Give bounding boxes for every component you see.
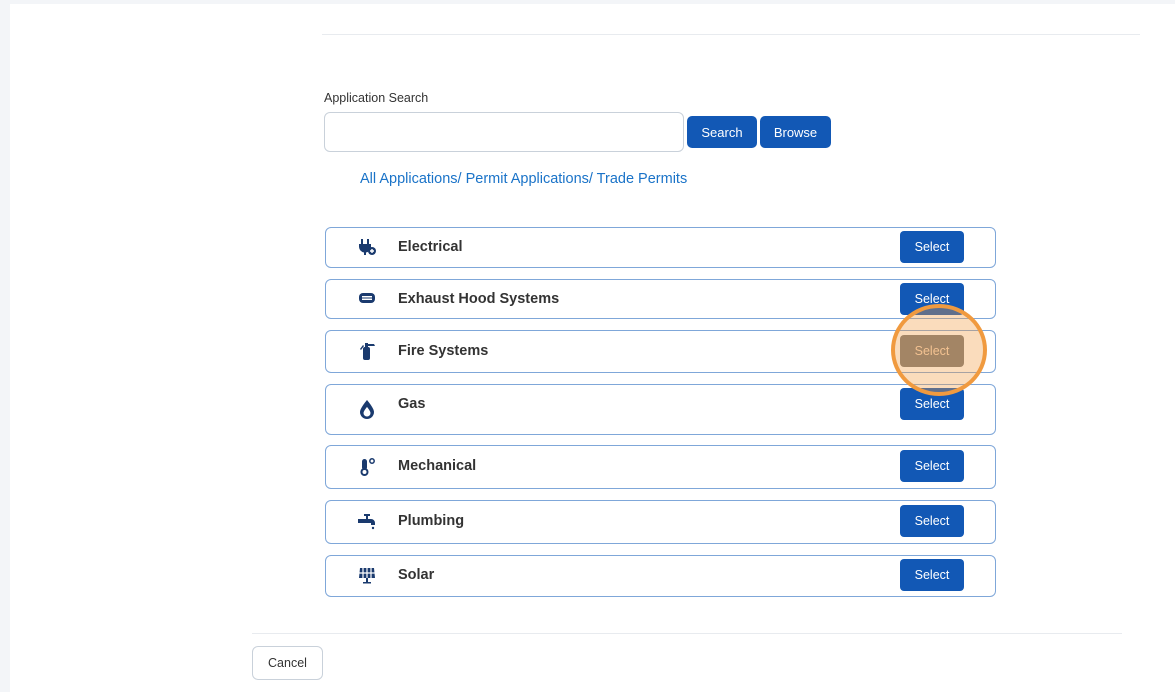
- cancel-button[interactable]: Cancel: [252, 646, 323, 680]
- category-card-fire-systems: Fire Systems Select: [325, 330, 996, 373]
- category-card-plumbing: Plumbing Select: [325, 500, 996, 544]
- select-button-gas[interactable]: Select: [900, 388, 964, 420]
- thermometer-icon: [356, 456, 378, 478]
- category-card-solar: Solar Select: [325, 555, 996, 597]
- category-label-exhaust-hood-systems: Exhaust Hood Systems: [398, 291, 560, 307]
- select-button-solar[interactable]: Select: [900, 559, 964, 591]
- search-button[interactable]: Search: [687, 116, 757, 148]
- faucet-icon: [356, 510, 378, 532]
- bottom-divider: [252, 633, 1122, 634]
- category-label-gas: Gas: [398, 396, 426, 412]
- hood-vent-icon: [356, 287, 378, 309]
- select-button-fire-systems[interactable]: Select: [900, 335, 964, 367]
- category-card-mechanical: Mechanical Select: [325, 445, 996, 489]
- category-label-plumbing: Plumbing: [398, 513, 465, 529]
- select-button-exhaust-hood-systems[interactable]: Select: [900, 283, 964, 315]
- solar-panel-icon: [356, 564, 378, 586]
- category-label-solar: Solar: [398, 567, 435, 583]
- category-label-fire-systems: Fire Systems: [398, 343, 489, 359]
- category-label-mechanical: Mechanical: [398, 458, 477, 474]
- browse-button[interactable]: Browse: [760, 116, 831, 148]
- select-button-electrical[interactable]: Select: [900, 231, 964, 263]
- category-card-electrical: Electrical Select: [325, 227, 996, 268]
- application-search-input[interactable]: [324, 112, 684, 152]
- breadcrumb[interactable]: All Applications/ Permit Applications/ T…: [360, 171, 687, 187]
- fire-extinguisher-icon: [356, 340, 378, 362]
- category-card-gas: Gas Select: [325, 384, 996, 435]
- select-button-plumbing[interactable]: Select: [900, 505, 964, 537]
- search-label: Application Search: [324, 91, 429, 105]
- top-divider: [322, 34, 1140, 35]
- category-label-electrical: Electrical: [398, 239, 463, 255]
- category-card-exhaust-hood-systems: Exhaust Hood Systems Select: [325, 279, 996, 319]
- select-button-mechanical[interactable]: Select: [900, 450, 964, 482]
- flame-drop-icon: [356, 398, 378, 420]
- plug-icon: [356, 236, 378, 258]
